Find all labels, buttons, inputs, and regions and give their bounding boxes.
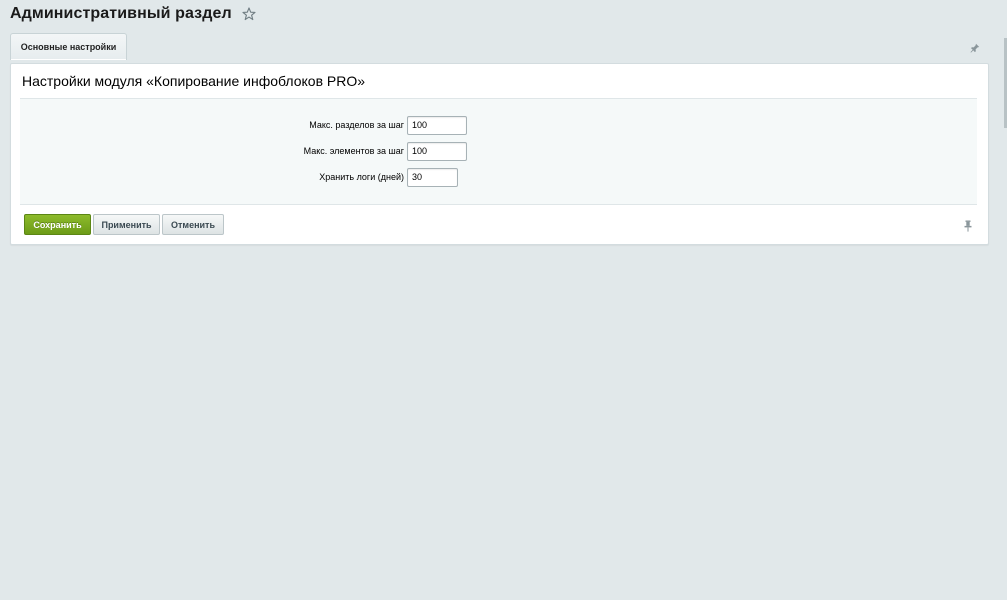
page-header: Административный раздел	[10, 3, 256, 25]
field-label: Макс. разделов за шаг	[309, 120, 404, 130]
form-buttons: Сохранить Применить Отменить	[24, 214, 224, 236]
form-row-logs: Хранить логи (дней)	[20, 167, 977, 187]
pin-icon[interactable]	[963, 219, 973, 232]
star-icon[interactable]	[242, 7, 256, 21]
max-sections-input[interactable]	[407, 115, 467, 135]
settings-panel: Настройки модуля «Копирование инфоблоков…	[10, 63, 989, 245]
tab-main-settings[interactable]: Основные настройки	[10, 33, 127, 60]
panel-title: Настройки модуля «Копирование инфоблоков…	[22, 73, 366, 89]
form-row-elements: Макс. элементов за шаг	[20, 141, 977, 161]
log-days-input[interactable]	[407, 167, 458, 187]
page-title: Административный раздел	[10, 5, 232, 22]
tabs-bar: Основные настройки	[10, 33, 989, 60]
settings-form: Макс. разделов за шаг Макс. элементов за…	[20, 98, 977, 205]
apply-button[interactable]: Применить	[93, 214, 160, 235]
pin-icon[interactable]	[970, 40, 980, 53]
field-label: Макс. элементов за шаг	[303, 146, 404, 156]
form-row-sections: Макс. разделов за шаг	[20, 115, 977, 135]
field-label: Хранить логи (дней)	[319, 172, 404, 182]
cancel-button[interactable]: Отменить	[162, 214, 224, 235]
save-button[interactable]: Сохранить	[24, 214, 91, 235]
max-elements-input[interactable]	[407, 141, 467, 161]
